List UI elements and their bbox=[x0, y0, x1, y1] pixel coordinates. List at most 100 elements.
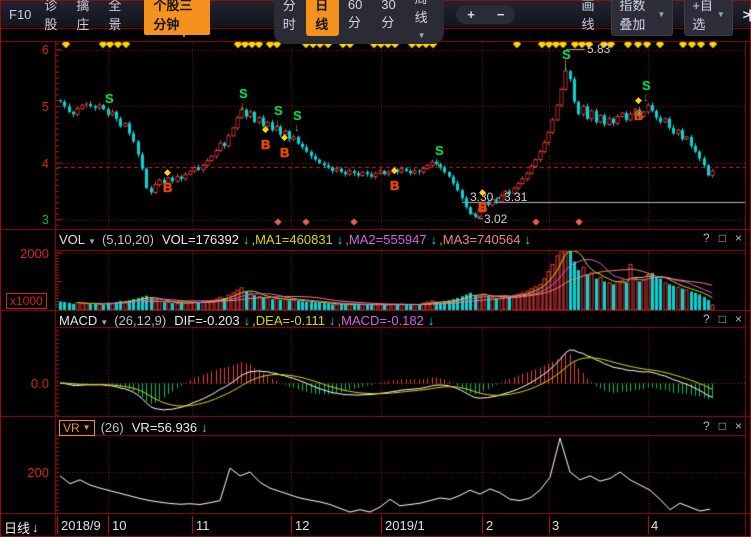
maximize-icon[interactable]: □ bbox=[719, 231, 726, 245]
macd-value: ,MACD=-0.182 bbox=[338, 313, 424, 328]
macd-panel-header: MACD▼ (26,12,9) DIF=-0.203 ↓ ,DEA=-0.111… bbox=[59, 312, 746, 329]
vol-ma2-value: ,MA2=555947 bbox=[345, 232, 426, 247]
price-label-6: 6 bbox=[4, 42, 49, 57]
chart-canvas[interactable] bbox=[0, 0, 751, 537]
stock-chart-window: F10 诊股 擒庄 全景 个股三分钟 分时 日线 60分 30分 周线▼ + −… bbox=[0, 0, 751, 537]
draw-line-button[interactable]: 画线 bbox=[581, 0, 600, 33]
help-icon[interactable]: ? bbox=[703, 419, 710, 433]
tab-weekly[interactable]: 周线▼ bbox=[406, 0, 445, 44]
peak-price-label: 5.83 bbox=[587, 42, 610, 56]
close-icon[interactable]: × bbox=[735, 419, 742, 433]
menu-panorama[interactable]: 全景 bbox=[108, 0, 127, 33]
collapse-panel-icon[interactable]: >| bbox=[743, 7, 750, 22]
tab-minute[interactable]: 分时 bbox=[274, 0, 307, 36]
buy-diamond-icon: ◆ bbox=[635, 96, 642, 105]
zoom-controls: + − bbox=[456, 5, 515, 24]
menu-diagnose[interactable]: 诊股 bbox=[44, 0, 63, 33]
vol-ma1-value: ,MA1=460831 bbox=[251, 232, 332, 247]
chevron-down-icon: ▼ bbox=[418, 31, 426, 40]
macd-dea-value: ,DEA=-0.111 bbox=[252, 313, 325, 328]
macd-dif-value: DIF=-0.203 bbox=[174, 313, 239, 328]
price-label-5: 5 bbox=[4, 99, 49, 114]
close-icon[interactable]: × bbox=[735, 312, 742, 326]
add-watchlist-button[interactable]: +自选▼ bbox=[684, 0, 732, 36]
date-label: 11 bbox=[196, 518, 210, 533]
buy-diamond-icon: ◆ bbox=[262, 125, 269, 134]
sell-arrow-icon: ↓ bbox=[240, 101, 246, 111]
sell-marker: S bbox=[293, 109, 302, 123]
macd-params: (26,12,9) bbox=[114, 313, 166, 328]
down-arrow-icon: ↓ bbox=[337, 232, 344, 247]
promo-button[interactable]: 个股三分钟 bbox=[144, 0, 209, 35]
date-label: 2 bbox=[486, 518, 493, 533]
date-label: 4 bbox=[651, 518, 658, 533]
buy-marker: B bbox=[163, 181, 172, 195]
date-label: 2019/1 bbox=[385, 518, 425, 533]
zoom-in-button[interactable]: + bbox=[456, 5, 486, 24]
maximize-icon[interactable]: □ bbox=[719, 312, 726, 326]
buy-diamond-icon: ◆ bbox=[479, 188, 486, 197]
date-label: 3 bbox=[552, 518, 559, 533]
chevron-down-icon: ▼ bbox=[88, 237, 96, 246]
macd-indicator-button[interactable]: MACD▼ bbox=[59, 313, 108, 328]
vr-indicator-button[interactable]: VR▼ bbox=[59, 420, 95, 436]
buy-marker: B bbox=[478, 201, 487, 215]
vol-panel-header: VOL▼ (5,10,20) VOL=176392 ↓ ,MA1=460831 … bbox=[59, 231, 746, 248]
vr-params: (26) bbox=[101, 420, 124, 435]
sell-arrow-icon: ↓ bbox=[436, 158, 442, 168]
maximize-icon[interactable]: □ bbox=[719, 419, 726, 433]
low-price-label: 3.02 bbox=[484, 212, 507, 226]
tab-60min[interactable]: 60分 bbox=[339, 0, 372, 34]
chevron-down-icon: ▼ bbox=[717, 10, 725, 19]
down-arrow-icon: ↓ bbox=[524, 232, 531, 247]
sell-arrow-icon: ↓ bbox=[643, 93, 649, 103]
down-arrow-icon: ↓ bbox=[201, 420, 208, 435]
help-icon[interactable]: ? bbox=[703, 312, 710, 326]
down-arrow-icon: ↓ bbox=[244, 313, 251, 328]
tab-daily[interactable]: 日线 bbox=[306, 0, 339, 36]
date-label: 10 bbox=[112, 518, 126, 533]
buy-diamond-icon: ◆ bbox=[164, 168, 171, 177]
chevron-down-icon: ▼ bbox=[83, 423, 91, 432]
toolbar: F10 诊股 擒庄 全景 个股三分钟 分时 日线 60分 30分 周线▼ + −… bbox=[1, 1, 750, 27]
tab-30min[interactable]: 30分 bbox=[372, 0, 405, 34]
vol-params: (5,10,20) bbox=[102, 232, 154, 247]
period-tabs: 分时 日线 60分 30分 周线▼ bbox=[274, 0, 445, 44]
down-arrow-icon: ↓ bbox=[428, 313, 435, 328]
close-icon[interactable]: × bbox=[735, 231, 742, 245]
down-arrow-icon: ↓ bbox=[329, 313, 336, 328]
sell-marker: S bbox=[562, 48, 571, 62]
sell-marker: S bbox=[105, 92, 114, 106]
sell-marker: S bbox=[435, 144, 444, 158]
price-label-4: 4 bbox=[4, 156, 49, 171]
buy-marker: B bbox=[280, 146, 289, 160]
buy-diamond-icon: ◆ bbox=[281, 133, 288, 142]
vr-axis-label: 200 bbox=[4, 465, 49, 480]
down-arrow-icon: ↓ bbox=[243, 232, 250, 247]
chevron-down-icon: ▼ bbox=[100, 318, 108, 327]
help-icon[interactable]: ? bbox=[703, 231, 710, 245]
vol-indicator-button[interactable]: VOL▼ bbox=[59, 232, 96, 247]
down-arrow-icon: ↓ bbox=[32, 520, 39, 535]
date-label: 2018/9 bbox=[61, 518, 101, 533]
buy-diamond-icon: ◆ bbox=[391, 166, 398, 175]
vol-ma3-value: ,MA3=740564 bbox=[439, 232, 520, 247]
bottom-period-selector[interactable]: 日线↓ bbox=[4, 518, 39, 537]
sell-marker: S bbox=[274, 104, 283, 118]
menu-qinzhuang[interactable]: 擒庄 bbox=[76, 0, 95, 33]
vr-panel-header: VR▼ (26) VR=56.936 ↓ ? □ × bbox=[59, 419, 746, 436]
sell-arrow-icon: ↓ bbox=[294, 123, 300, 133]
buy-marker: B bbox=[634, 109, 643, 123]
index-overlay-button[interactable]: 指数叠加▼ bbox=[611, 0, 673, 36]
sell-arrow-icon: ↓ bbox=[563, 62, 569, 72]
vol-value: VOL=176392 bbox=[162, 232, 239, 247]
zoom-out-button[interactable]: − bbox=[486, 5, 516, 24]
sell-arrow-icon: ↓ bbox=[275, 118, 281, 128]
menu-f10[interactable]: F10 bbox=[9, 7, 31, 22]
sell-marker: S bbox=[642, 79, 651, 93]
date-label: 12 bbox=[295, 518, 309, 533]
chevron-down-icon: ▼ bbox=[657, 10, 665, 19]
sell-arrow-icon: ↓ bbox=[106, 106, 112, 116]
buy-marker: B bbox=[261, 138, 270, 152]
sell-marker: S bbox=[239, 87, 248, 101]
